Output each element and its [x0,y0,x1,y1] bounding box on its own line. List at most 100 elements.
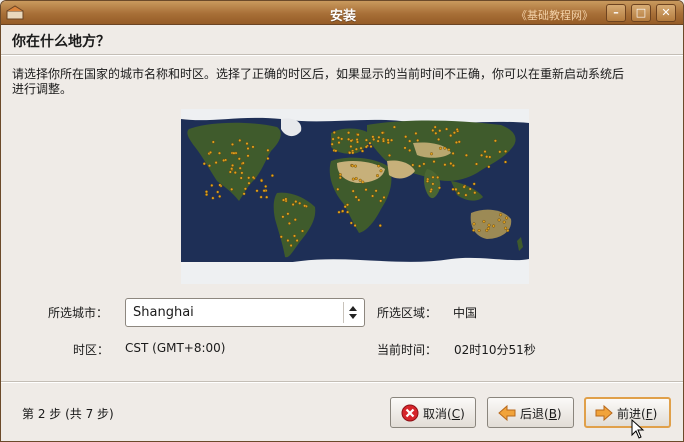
city-dot[interactable] [291,202,295,206]
city-dot[interactable] [338,173,342,177]
close-button[interactable]: ✕ [656,4,676,22]
city-dot[interactable] [497,218,501,222]
city-dot[interactable] [390,138,394,142]
city-dot[interactable] [242,192,246,196]
city-dot[interactable] [449,162,453,166]
city-dot[interactable] [210,183,214,187]
city-dot[interactable] [377,135,381,139]
city-dot[interactable] [483,150,487,154]
city-dot[interactable] [295,238,299,242]
city-dot[interactable] [279,235,283,239]
city-dot[interactable] [505,216,509,220]
city-dot[interactable] [371,194,375,198]
city-dot[interactable] [372,137,376,141]
city-dot[interactable] [477,228,481,232]
city-dot[interactable] [341,209,345,213]
city-dot[interactable] [371,135,375,139]
city-dot[interactable] [422,162,426,166]
city-dot[interactable] [498,150,502,154]
city-dot[interactable] [330,142,334,146]
city-dot[interactable] [298,201,302,205]
city-dot[interactable] [241,161,245,165]
city-dot[interactable] [354,147,358,151]
city-dot[interactable] [214,161,218,165]
city-dot[interactable] [416,138,420,142]
city-dot[interactable] [281,198,285,202]
city-dot[interactable] [270,174,274,178]
city-dot[interactable] [468,187,472,191]
city-dot[interactable] [294,200,298,204]
city-dot[interactable] [211,140,215,144]
city-dot[interactable] [239,176,243,180]
city-dot[interactable] [211,196,215,200]
city-dot[interactable] [205,193,209,197]
city-dot[interactable] [379,199,383,203]
city-dot[interactable] [382,195,386,199]
city-dot[interactable] [375,174,379,178]
city-dot[interactable] [337,210,341,214]
city-dot[interactable] [354,195,358,199]
city-dot[interactable] [231,142,235,146]
city-dot[interactable] [293,218,297,222]
city-dot[interactable] [331,137,335,141]
city-dot[interactable] [434,131,438,135]
city-dot[interactable] [338,176,342,180]
city-dot[interactable] [332,131,336,135]
city-dot[interactable] [364,138,368,142]
city-dot[interactable] [438,129,442,133]
city-dot[interactable] [425,179,429,183]
city-dot[interactable] [228,170,232,174]
city-dot[interactable] [334,149,338,153]
spin-arrows-icon[interactable] [343,302,361,323]
city-dot[interactable] [255,189,259,193]
city-dot[interactable] [418,164,422,168]
city-dot[interactable] [480,153,484,157]
city-dot[interactable] [246,154,250,158]
city-dot[interactable] [345,203,349,207]
city-dot[interactable] [238,166,242,170]
city-dot[interactable] [230,187,234,191]
city-dot[interactable] [452,131,456,135]
city-dot[interactable] [443,163,447,167]
city-dot[interactable] [281,215,285,219]
city-dot[interactable] [451,151,455,155]
city-dot[interactable] [205,190,209,194]
city-dot[interactable] [336,136,340,140]
city-dot[interactable] [266,157,270,161]
city-dot[interactable] [379,169,383,173]
city-dot[interactable] [504,149,508,153]
city-combobox[interactable]: Shanghai [125,298,365,327]
city-dot[interactable] [337,141,341,145]
city-dot[interactable] [287,221,291,225]
city-dot[interactable] [303,204,307,208]
city-dot[interactable] [202,162,206,166]
city-dot[interactable] [348,151,352,155]
city-dot[interactable] [209,150,213,154]
city-dot[interactable] [445,127,449,131]
city-dot[interactable] [487,223,491,227]
city-dot[interactable] [357,198,361,202]
city-dot[interactable] [432,160,436,164]
city-dot[interactable] [386,141,390,145]
city-dot[interactable] [245,142,249,146]
city-dot[interactable] [411,163,415,167]
city-dot[interactable] [286,238,290,242]
city-dot[interactable] [374,189,378,193]
city-dot[interactable] [475,162,479,166]
city-dot[interactable] [408,148,412,152]
city-dot[interactable] [433,125,437,129]
city-dot[interactable] [238,138,242,142]
city-dot[interactable] [347,137,351,141]
city-dot[interactable] [455,128,459,132]
city-dot[interactable] [451,164,455,168]
city-dot[interactable] [361,180,365,184]
city-dot[interactable] [355,138,359,142]
city-dot[interactable] [472,222,476,226]
city-dot[interactable] [259,195,263,199]
city-dot[interactable] [482,219,486,223]
city-dot[interactable] [464,153,468,157]
city-dot[interactable] [377,164,381,168]
city-dot[interactable] [429,152,433,156]
city-dot[interactable] [493,139,497,143]
cancel-button[interactable]: 取消(C) [390,397,476,428]
